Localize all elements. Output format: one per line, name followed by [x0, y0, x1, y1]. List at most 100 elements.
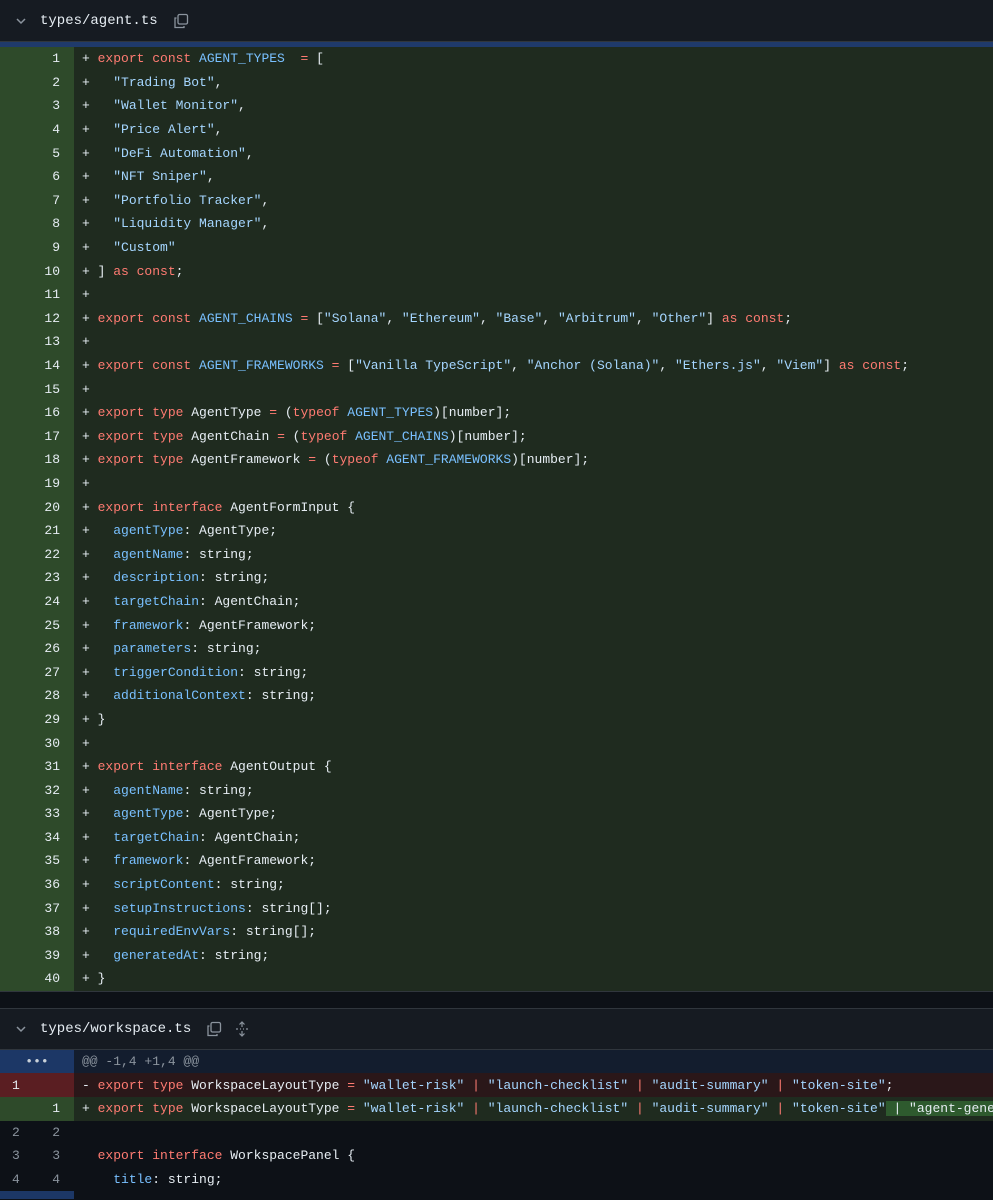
code-token: , — [635, 310, 652, 326]
code-token: | — [472, 1101, 480, 1117]
expand-all-icon[interactable] — [233, 1020, 251, 1038]
code-line: 13 + — [0, 330, 993, 354]
code-content: + — [74, 282, 993, 307]
line-number[interactable]: 1 — [0, 47, 74, 71]
code-token: export type — [97, 1077, 192, 1093]
line-number[interactable]: 4 — [0, 117, 74, 142]
new-line-number[interactable]: 4 — [37, 1167, 74, 1192]
old-line-number[interactable]: 1 — [0, 1073, 37, 1097]
line-number[interactable]: 30 — [0, 731, 74, 755]
code-token: , — [214, 74, 223, 90]
diff-sign: + — [82, 829, 98, 845]
code-line: 34 + targetChain: AgentChain; — [0, 825, 993, 850]
line-number[interactable]: 17 — [0, 424, 74, 449]
chevron-down-icon[interactable] — [12, 12, 30, 30]
code-token: "Portfolio Tracker" — [97, 192, 262, 208]
chevron-down-icon[interactable] — [12, 1020, 30, 1038]
diff-sign: + — [82, 405, 98, 421]
line-number[interactable]: 29 — [0, 707, 74, 732]
expand-down-button[interactable] — [0, 1191, 74, 1200]
diff-sign — [82, 1125, 98, 1140]
code-token: triggerCondition — [97, 664, 239, 680]
new-line-number[interactable]: 1 — [37, 1096, 74, 1121]
code-content: + "Wallet Monitor", — [74, 94, 993, 118]
line-number[interactable]: 36 — [0, 872, 74, 897]
line-number[interactable]: 6 — [0, 164, 74, 189]
line-number[interactable]: 20 — [0, 495, 74, 519]
code-token: "Liquidity Manager" — [97, 216, 262, 232]
code-token: = — [277, 428, 285, 444]
old-line-number[interactable] — [0, 1096, 37, 1121]
code-token: agentName — [97, 782, 184, 798]
line-number[interactable]: 38 — [0, 919, 74, 944]
line-number[interactable]: 33 — [0, 802, 74, 826]
code-line: 28 + additionalContext: string; — [0, 684, 993, 708]
hunk-header-text: @@ -1,4 +1,4 @@ — [74, 1049, 993, 1074]
line-number[interactable]: 13 — [0, 330, 74, 354]
line-number[interactable]: 9 — [0, 235, 74, 260]
line-number[interactable]: 10 — [0, 259, 74, 283]
line-number[interactable]: 27 — [0, 660, 74, 685]
line-number[interactable]: 22 — [0, 542, 74, 567]
code-token: "audit-summary" — [643, 1101, 769, 1117]
new-line-number[interactable]: 2 — [37, 1120, 74, 1145]
code-token: [ — [339, 358, 356, 374]
copy-icon[interactable] — [205, 1020, 223, 1038]
line-number[interactable]: 18 — [0, 448, 74, 472]
code-line: 31 + export interface AgentOutput { — [0, 754, 993, 779]
old-line-number[interactable]: 3 — [0, 1144, 37, 1168]
line-number[interactable]: 14 — [0, 353, 74, 378]
code-token: | "agent-generator" — [885, 1101, 993, 1117]
code-token: [ — [308, 310, 324, 326]
line-number[interactable]: 16 — [0, 400, 74, 425]
old-line-number[interactable]: 2 — [0, 1120, 37, 1145]
diff-sign: + — [82, 428, 98, 444]
line-number[interactable]: 25 — [0, 613, 74, 637]
line-number[interactable]: 26 — [0, 636, 74, 661]
line-number[interactable]: 19 — [0, 471, 74, 496]
line-number[interactable]: 35 — [0, 849, 74, 873]
code-token: "NFT Sniper" — [97, 169, 207, 185]
line-number[interactable]: 28 — [0, 684, 74, 708]
old-line-number[interactable]: 4 — [0, 1167, 37, 1192]
code-token: typeof — [331, 452, 387, 468]
code-token: : string[]; — [230, 924, 317, 940]
line-number[interactable]: 7 — [0, 188, 74, 213]
line-number[interactable]: 2 — [0, 70, 74, 95]
line-number[interactable]: 15 — [0, 377, 74, 401]
line-number[interactable]: 5 — [0, 141, 74, 165]
code-content: + targetChain: AgentChain; — [74, 589, 993, 614]
code-token: "DeFi Automation" — [97, 145, 246, 161]
file-name[interactable]: types/workspace.ts — [40, 1021, 191, 1037]
code-token: ; — [901, 358, 910, 374]
code-token: , — [542, 310, 558, 326]
file-header-workspace: types/workspace.ts — [0, 1007, 993, 1050]
line-number[interactable]: 21 — [0, 518, 74, 543]
expand-up-button[interactable]: ••• — [0, 1049, 74, 1074]
line-number[interactable]: 11 — [0, 282, 74, 307]
diff-sign: + — [82, 900, 98, 916]
diff-table-agent: 1 + export const AGENT_TYPES = [2 + "Tradi… — [0, 47, 993, 991]
line-number[interactable]: 24 — [0, 589, 74, 614]
line-number[interactable]: 39 — [0, 943, 74, 968]
line-number[interactable]: 37 — [0, 896, 74, 920]
line-number[interactable]: 8 — [0, 212, 74, 236]
code-token: "audit-summary" — [643, 1077, 769, 1093]
new-line-number[interactable] — [37, 1073, 74, 1097]
line-number[interactable]: 34 — [0, 825, 74, 850]
line-number[interactable]: 40 — [0, 967, 74, 991]
line-number[interactable]: 23 — [0, 566, 74, 590]
line-number[interactable]: 3 — [0, 94, 74, 118]
code-content: + agentType: AgentType; — [74, 518, 993, 543]
line-number[interactable]: 12 — [0, 306, 74, 331]
line-number[interactable]: 31 — [0, 754, 74, 779]
code-token: export const — [97, 358, 200, 374]
code-token: "launch-checklist" — [479, 1077, 629, 1093]
file-name[interactable]: types/agent.ts — [40, 13, 158, 29]
code-content: + ] as const; — [74, 259, 993, 283]
diff-sign: + — [82, 947, 98, 963]
new-line-number[interactable]: 3 — [37, 1144, 74, 1168]
line-number[interactable]: 32 — [0, 778, 74, 802]
copy-icon[interactable] — [172, 12, 190, 30]
